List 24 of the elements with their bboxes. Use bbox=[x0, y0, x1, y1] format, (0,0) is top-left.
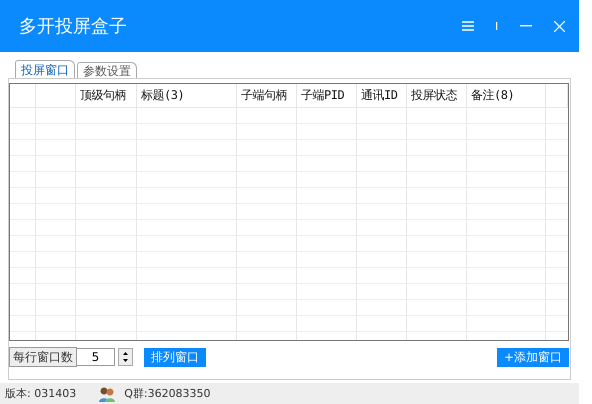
down-arrow-icon[interactable] bbox=[123, 359, 128, 362]
add-window-button[interactable]: +添加窗口 bbox=[496, 348, 569, 366]
tab[interactable]: 投屏窗口 bbox=[15, 60, 75, 78]
menu-icon[interactable] bbox=[462, 21, 474, 31]
spin-control[interactable] bbox=[118, 348, 133, 366]
window-title: 多开投屏盒子 bbox=[19, 15, 128, 38]
column-header: 子端PID bbox=[297, 84, 357, 107]
column-header: 标题(3) bbox=[137, 84, 237, 107]
version-text: 版本: 031403 bbox=[5, 386, 76, 401]
arrange-button[interactable]: 排列窗口 bbox=[144, 348, 206, 366]
column-header: 顶级句柄 bbox=[76, 84, 137, 107]
group-text: Q群:362083350 bbox=[124, 386, 211, 401]
people-icon bbox=[98, 384, 116, 402]
minimize-icon[interactable] bbox=[520, 25, 532, 27]
column-header: 投屏状态 bbox=[407, 84, 467, 107]
up-arrow-icon[interactable] bbox=[123, 352, 128, 355]
divider-icon bbox=[496, 22, 498, 30]
column-header: 子端句柄 bbox=[237, 84, 297, 107]
per-row-field[interactable]: 5 bbox=[77, 348, 115, 366]
per-row-label: 每行窗口数 bbox=[9, 347, 77, 367]
column-header: 备注(8) bbox=[467, 84, 546, 107]
column-header: 通讯ID bbox=[357, 84, 407, 107]
tab[interactable]: 参数设置 bbox=[77, 62, 137, 78]
close-icon[interactable] bbox=[554, 20, 565, 32]
